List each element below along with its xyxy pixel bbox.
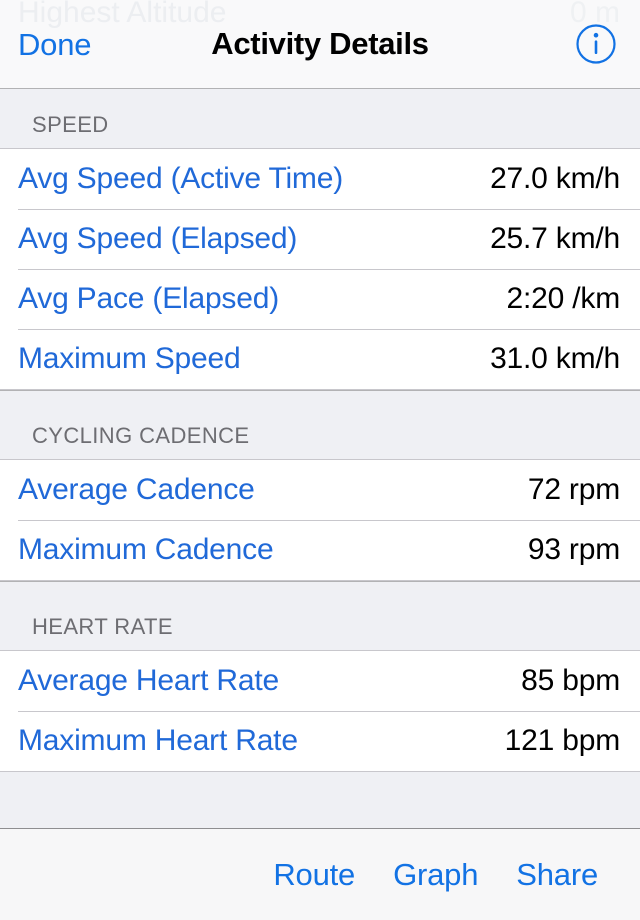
route-button[interactable]: Route [273, 857, 355, 893]
section-header-heart-rate: HEART RATE [0, 581, 640, 650]
section-group-cycling-cadence: Average Cadence 72 rpm Maximum Cadence 9… [0, 459, 640, 581]
row-value: 2:20 /km [506, 282, 621, 315]
bottom-toolbar: Route Graph Share [0, 828, 640, 920]
row-value: 27.0 km/h [490, 162, 620, 195]
table-row[interactable]: Avg Speed (Active Time) 27.0 km/h [0, 149, 640, 209]
details-list[interactable]: SPEED Avg Speed (Active Time) 27.0 km/h … [0, 89, 640, 828]
table-row[interactable]: Average Cadence 72 rpm [0, 460, 640, 520]
page-title: Activity Details [211, 26, 429, 61]
row-label: Maximum Speed [18, 342, 241, 375]
row-value: 85 bpm [521, 664, 620, 697]
row-label: Maximum Cadence [18, 533, 274, 566]
info-circle-icon[interactable] [574, 22, 618, 66]
table-row[interactable]: Maximum Speed 31.0 km/h [0, 329, 640, 389]
list-bottom-spacer [0, 772, 640, 786]
row-value: 121 bpm [504, 724, 621, 757]
row-value: 72 rpm [527, 473, 620, 506]
row-value: 93 rpm [527, 533, 620, 566]
row-label: Avg Pace (Elapsed) [18, 282, 279, 315]
row-value: 25.7 km/h [490, 222, 620, 255]
table-row[interactable]: Maximum Cadence 93 rpm [0, 520, 640, 580]
row-label: Average Cadence [18, 473, 255, 506]
table-row[interactable]: Avg Speed (Elapsed) 25.7 km/h [0, 209, 640, 269]
section-group-heart-rate: Average Heart Rate 85 bpm Maximum Heart … [0, 650, 640, 772]
row-label: Avg Speed (Elapsed) [18, 222, 298, 255]
section-header-cycling-cadence: CYCLING CADENCE [0, 390, 640, 459]
graph-button[interactable]: Graph [393, 857, 478, 893]
table-row[interactable]: Maximum Heart Rate 121 bpm [0, 711, 640, 771]
row-label: Average Heart Rate [18, 664, 279, 697]
table-row[interactable]: Average Heart Rate 85 bpm [0, 651, 640, 711]
section-group-speed: Avg Speed (Active Time) 27.0 km/h Avg Sp… [0, 148, 640, 390]
share-button[interactable]: Share [516, 857, 598, 893]
table-row[interactable]: Avg Pace (Elapsed) 2:20 /km [0, 269, 640, 329]
navigation-bar: Highest Altitude 0 m Done Activity Detai… [0, 0, 640, 89]
row-value: 31.0 km/h [490, 342, 620, 375]
row-label: Maximum Heart Rate [18, 724, 298, 757]
row-label: Avg Speed (Active Time) [18, 162, 343, 195]
activity-details-screen: Highest Altitude 0 m Done Activity Detai… [0, 0, 640, 920]
section-header-speed: SPEED [0, 89, 640, 148]
